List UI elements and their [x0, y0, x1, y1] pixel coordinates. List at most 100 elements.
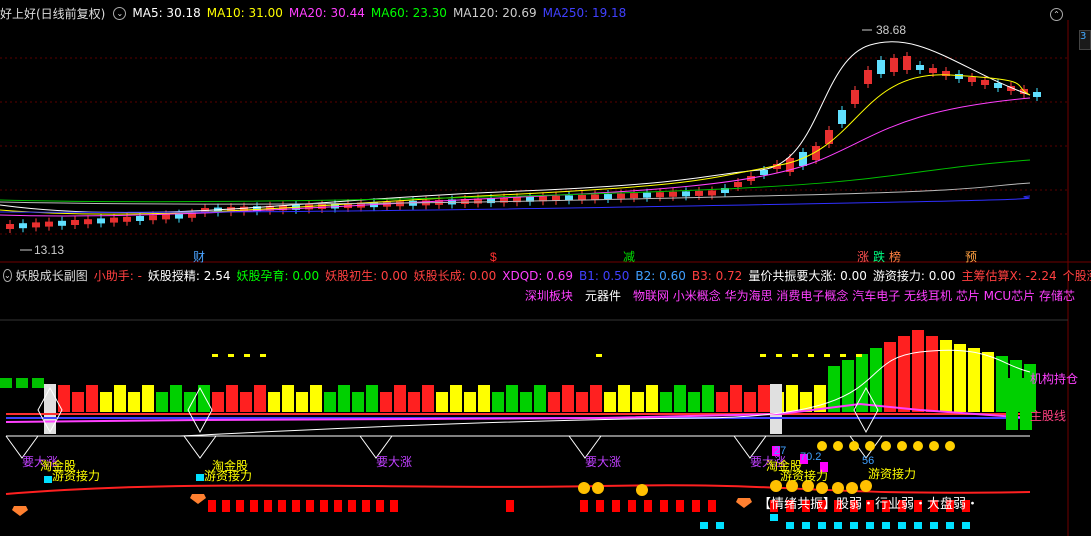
- smiley-icon: [578, 482, 590, 494]
- dash-mark: [792, 354, 798, 357]
- volume-bar: [464, 392, 476, 412]
- red-square: [376, 500, 384, 512]
- cyan-block: [866, 522, 874, 529]
- red-square: [250, 500, 258, 512]
- concept-row: 深圳板块 元器件 物联网 小米概念 华为海思 消费电子概念 汽车电子 无线耳机 芯片…: [525, 286, 1091, 304]
- candle-body: [578, 194, 586, 200]
- volume-bar: [72, 392, 84, 412]
- volume-bar: [184, 392, 196, 412]
- volume-bar: [870, 348, 882, 412]
- indicator-value-7: B2: 0.60: [635, 268, 686, 283]
- candle-body: [708, 190, 716, 196]
- price-low-label: 13.13: [34, 243, 64, 257]
- cyan-block: [196, 474, 204, 481]
- smiley-icon: [832, 482, 844, 494]
- value-70: 70.2: [800, 451, 821, 463]
- candle-body: [591, 194, 599, 200]
- volume-bar: [128, 392, 140, 412]
- cyan-block: [802, 522, 810, 529]
- indicator-value-5: XDQD: 0.69: [502, 268, 573, 283]
- red-square: [390, 500, 398, 512]
- yellow-dot: [833, 441, 843, 451]
- indicator-value-1: 妖股授精: 2.54: [147, 268, 231, 283]
- indicator-value-6: B1: 0.50: [578, 268, 630, 283]
- cyan-block: [962, 522, 970, 529]
- event-tag-4: 跌: [873, 249, 885, 264]
- red-square: [580, 500, 588, 512]
- diamond-icon: [12, 506, 28, 516]
- volume-bar: [436, 392, 448, 412]
- volume-bar: [646, 385, 658, 412]
- yaodazhang-label: 要大涨: [376, 454, 412, 469]
- indicator-value-3: 妖股初生: 0.00: [325, 268, 408, 283]
- red-square: [506, 500, 514, 512]
- yaodazhang-label: 要大涨: [585, 454, 621, 469]
- chevron-down-icon[interactable]: ⌄: [3, 268, 12, 282]
- concept-label-1: 元器件: [584, 288, 621, 303]
- volume-bar: [1006, 378, 1018, 430]
- candle-body: [994, 83, 1002, 88]
- red-square: [236, 500, 244, 512]
- smiley-icon: [816, 482, 828, 494]
- event-tag-1: $: [490, 250, 497, 264]
- candle-body: [149, 215, 157, 221]
- youzi-label: 游资接力: [204, 468, 252, 483]
- red-square: [596, 500, 604, 512]
- volume-bar: [576, 392, 588, 412]
- volume-bar: [32, 378, 44, 388]
- dash-mark: [760, 354, 766, 357]
- indicator-value-0: 小助手: -: [93, 268, 142, 283]
- red-square: [334, 500, 342, 512]
- cyan-block: [44, 476, 52, 483]
- youzi-label: 游资接力: [52, 468, 100, 483]
- red-square: [660, 500, 668, 512]
- volume-bar: [618, 385, 630, 412]
- dash-mark: [808, 354, 814, 357]
- main-line-label: 主股线: [1030, 409, 1066, 423]
- yellow-dot: [865, 441, 875, 451]
- volume-bar: [212, 392, 224, 412]
- yellow-dot: [913, 441, 923, 451]
- candle-body: [851, 90, 859, 104]
- volume-bar: [422, 385, 434, 412]
- youzi-label: 游资接力: [780, 468, 828, 483]
- red-square: [676, 500, 684, 512]
- volume-bar: [744, 392, 756, 412]
- volume-bar: [86, 385, 98, 412]
- indicator-value-12: 个股涨幅: -1.59: [1062, 268, 1091, 283]
- candle-body: [656, 192, 664, 198]
- indicator-value-10: 游资接力: 0.00: [872, 268, 956, 283]
- indicator-value-9: 量价共振要大涨: 0.00: [748, 268, 867, 283]
- volume-bar: [268, 392, 280, 412]
- cyan-block: [716, 522, 724, 529]
- cyan-block: [882, 522, 890, 529]
- dash-mark: [824, 354, 830, 357]
- candle-body: [903, 56, 911, 70]
- candle-body: [643, 192, 651, 198]
- candle-body: [136, 216, 144, 221]
- volume-bar: [534, 385, 546, 412]
- event-tag-0: 财: [193, 250, 205, 264]
- volume-bar: [226, 385, 238, 412]
- red-square: [708, 500, 716, 512]
- volume-bar: [884, 342, 896, 412]
- volume-bar: [338, 385, 350, 412]
- dash-mark: [228, 354, 234, 357]
- cyan-block: [930, 522, 938, 529]
- dash-mark: [244, 354, 250, 357]
- candle-body: [19, 223, 27, 229]
- candle-body: [630, 193, 638, 199]
- volume-bar: [114, 385, 126, 412]
- smiley-icon: [846, 482, 858, 494]
- candle-body: [162, 214, 170, 220]
- diamond-icon: [736, 498, 752, 508]
- emotion-line: [5, 484, 1031, 495]
- candle-body: [968, 77, 976, 82]
- cyan-block: [700, 522, 708, 529]
- event-tag-2: 减: [623, 250, 635, 264]
- volume-bar: [926, 336, 938, 412]
- volume-bar: [968, 348, 980, 412]
- volume-bar: [310, 385, 322, 412]
- volume-bar: [282, 385, 294, 412]
- dash-mark: [212, 354, 218, 357]
